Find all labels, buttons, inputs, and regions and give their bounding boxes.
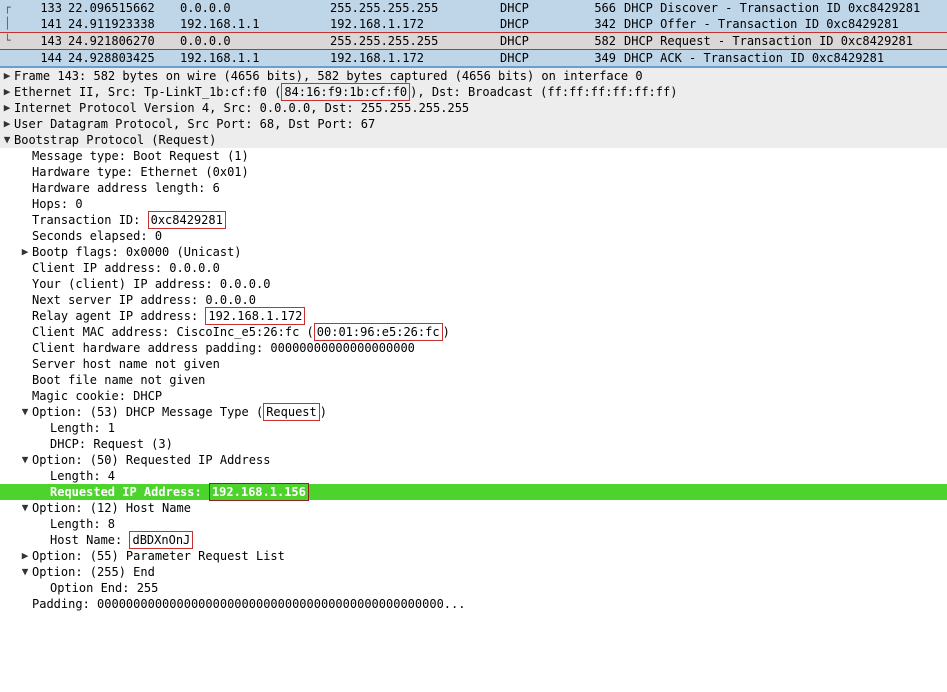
tree-item-option-55[interactable]: ▶Option: (55) Parameter Request List (0, 548, 947, 564)
field-your-ip[interactable]: Your (client) IP address: 0.0.0.0 (0, 276, 947, 292)
field-hops[interactable]: Hops: 0 (0, 196, 947, 212)
collapse-icon[interactable]: ▼ (18, 404, 32, 420)
col-info: DHCP ACK - Transaction ID 0xc8429281 (624, 50, 947, 66)
field-boot-file-name[interactable]: Boot file name not given (0, 372, 947, 388)
field-padding[interactable]: Padding: 0000000000000000000000000000000… (0, 596, 947, 612)
col-protocol: DHCP (500, 33, 584, 49)
tree-item-option-50[interactable]: ▼Option: (50) Requested IP Address (0, 452, 947, 468)
tree-item-ethernet[interactable]: ▶Ethernet II, Src: Tp-LinkT_1b:cf:f0 (84… (0, 84, 947, 100)
col-destination: 192.168.1.172 (330, 50, 500, 66)
tree-item-option-53[interactable]: ▼Option: (53) DHCP Message Type (Request… (0, 404, 947, 420)
col-destination: 255.255.255.255 (330, 33, 500, 49)
field-option-50-value[interactable]: Requested IP Address: 192.168.1.156 (0, 484, 947, 500)
col-number: 144 (26, 50, 68, 66)
col-info: DHCP Offer - Transaction ID 0xc8429281 (624, 16, 947, 32)
requested-ip-value: 192.168.1.156 (209, 483, 309, 501)
field-option-50-length[interactable]: Length: 4 (0, 468, 947, 484)
col-time: 24.921806270 (68, 33, 180, 49)
col-source: 0.0.0.0 (180, 0, 330, 16)
col-info: DHCP Discover - Transaction ID 0xc842928… (624, 0, 947, 16)
col-source: 192.168.1.1 (180, 50, 330, 66)
packet-row[interactable]: │ 141 24.911923338 192.168.1.1 192.168.1… (0, 16, 947, 32)
col-source: 0.0.0.0 (180, 33, 330, 49)
col-number: 133 (26, 0, 68, 16)
related-marker-start: ┌ (4, 0, 26, 16)
related-marker-end: └ (4, 33, 26, 49)
field-server-host-name[interactable]: Server host name not given (0, 356, 947, 372)
field-next-server-ip[interactable]: Next server IP address: 0.0.0.0 (0, 292, 947, 308)
field-relay-agent-ip[interactable]: Relay agent IP address: 192.168.1.172 (0, 308, 947, 324)
tree-item-ip[interactable]: ▶Internet Protocol Version 4, Src: 0.0.0… (0, 100, 947, 116)
collapse-icon[interactable]: ▼ (18, 564, 32, 580)
col-info: DHCP Request - Transaction ID 0xc8429281 (624, 33, 947, 49)
col-length: 349 (584, 50, 624, 66)
field-option-255-value[interactable]: Option End: 255 (0, 580, 947, 596)
col-length: 582 (584, 33, 624, 49)
eth-src-mac: 84:16:f9:1b:cf:f0 (281, 83, 410, 101)
tree-item-udp[interactable]: ▶User Datagram Protocol, Src Port: 68, D… (0, 116, 947, 132)
col-length: 342 (584, 16, 624, 32)
expand-icon[interactable]: ▶ (0, 100, 14, 116)
expand-icon[interactable]: ▶ (0, 84, 14, 100)
related-marker: │ (4, 16, 26, 32)
expand-icon[interactable]: ▶ (18, 244, 32, 260)
col-number: 141 (26, 16, 68, 32)
col-number: 143 (26, 33, 68, 49)
expand-icon[interactable]: ▶ (0, 116, 14, 132)
expand-icon[interactable]: ▶ (18, 548, 32, 564)
field-hardware-length[interactable]: Hardware address length: 6 (0, 180, 947, 196)
col-destination: 255.255.255.255 (330, 0, 500, 16)
dhcp-message-type-value: Request (263, 403, 320, 421)
tree-item-option-12[interactable]: ▼Option: (12) Host Name (0, 500, 947, 516)
tree-item-option-255[interactable]: ▼Option: (255) End (0, 564, 947, 580)
field-hw-padding[interactable]: Client hardware address padding: 0000000… (0, 340, 947, 356)
field-option-12-length[interactable]: Length: 8 (0, 516, 947, 532)
packet-list[interactable]: ┌ 133 22.096515662 0.0.0.0 255.255.255.2… (0, 0, 947, 68)
tree-item-frame[interactable]: ▶Frame 143: 582 bytes on wire (4656 bits… (0, 68, 947, 84)
col-destination: 192.168.1.172 (330, 16, 500, 32)
packet-row-selected[interactable]: └ 143 24.921806270 0.0.0.0 255.255.255.2… (0, 32, 947, 50)
expand-icon[interactable]: ▶ (0, 68, 14, 84)
field-seconds[interactable]: Seconds elapsed: 0 (0, 228, 947, 244)
collapse-icon[interactable]: ▼ (18, 452, 32, 468)
col-protocol: DHCP (500, 0, 584, 16)
packet-row[interactable]: ┌ 133 22.096515662 0.0.0.0 255.255.255.2… (0, 0, 947, 16)
field-client-mac[interactable]: Client MAC address: CiscoInc_e5:26:fc (0… (0, 324, 947, 340)
col-protocol: DHCP (500, 50, 584, 66)
col-length: 566 (584, 0, 624, 16)
field-option-53-value[interactable]: DHCP: Request (3) (0, 436, 947, 452)
field-option-12-value[interactable]: Host Name: dBDXnOnJ (0, 532, 947, 548)
host-name-value: dBDXnOnJ (129, 531, 193, 549)
col-time: 22.096515662 (68, 0, 180, 16)
collapse-icon[interactable]: ▼ (0, 132, 14, 148)
packet-row[interactable]: 144 24.928803425 192.168.1.1 192.168.1.1… (0, 50, 947, 66)
collapse-icon[interactable]: ▼ (18, 500, 32, 516)
field-transaction-id[interactable]: Transaction ID: 0xc8429281 (0, 212, 947, 228)
field-option-53-length[interactable]: Length: 1 (0, 420, 947, 436)
transaction-id-value: 0xc8429281 (148, 211, 226, 229)
field-client-ip[interactable]: Client IP address: 0.0.0.0 (0, 260, 947, 276)
tree-item-flags[interactable]: ▶Bootp flags: 0x0000 (Unicast) (0, 244, 947, 260)
field-hardware-type[interactable]: Hardware type: Ethernet (0x01) (0, 164, 947, 180)
client-mac-value: 00:01:96:e5:26:fc (314, 323, 443, 341)
packet-details[interactable]: ▶Frame 143: 582 bytes on wire (4656 bits… (0, 68, 947, 612)
col-time: 24.928803425 (68, 50, 180, 66)
tree-item-bootp[interactable]: ▼Bootstrap Protocol (Request) (0, 132, 947, 148)
field-message-type[interactable]: Message type: Boot Request (1) (0, 148, 947, 164)
col-time: 24.911923338 (68, 16, 180, 32)
col-source: 192.168.1.1 (180, 16, 330, 32)
field-magic-cookie[interactable]: Magic cookie: DHCP (0, 388, 947, 404)
col-protocol: DHCP (500, 16, 584, 32)
